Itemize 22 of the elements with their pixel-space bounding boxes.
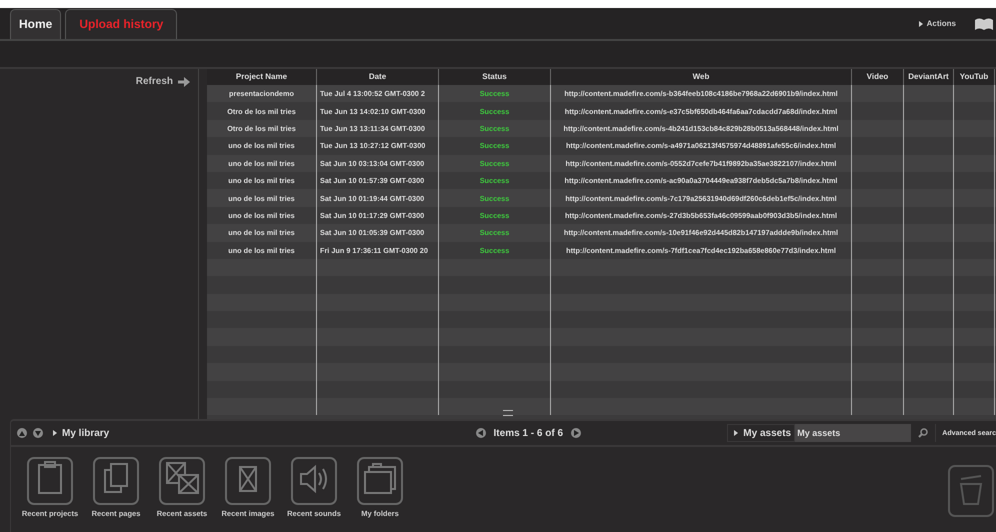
my-library-toggle[interactable]: My library [53,428,110,438]
up-button[interactable] [17,428,27,438]
arrow-right-icon [178,76,190,86]
logo-icon [974,16,994,30]
triangle-icon [918,20,923,26]
next-page-button[interactable] [571,428,581,438]
page-count: Items 1 - 6 of 6 [494,428,563,438]
down-button[interactable] [33,428,43,438]
search-icon [918,428,928,438]
assets-dropdown[interactable]: My assets [727,424,796,442]
resize-handle[interactable] [503,410,513,416]
actions-button[interactable]: Actions [918,19,956,28]
pages-icon [93,455,139,507]
search-field[interactable]: My assets [795,424,912,442]
speaker-icon [291,455,337,507]
clipboard-icon [27,455,73,507]
previous-page-button[interactable] [476,428,486,438]
folders-icon [357,455,403,507]
tab[interactable]: Home [10,9,62,39]
refresh-button[interactable]: Refresh [136,76,190,87]
image-placeholder-icon [225,455,271,507]
images-icon [159,455,205,507]
